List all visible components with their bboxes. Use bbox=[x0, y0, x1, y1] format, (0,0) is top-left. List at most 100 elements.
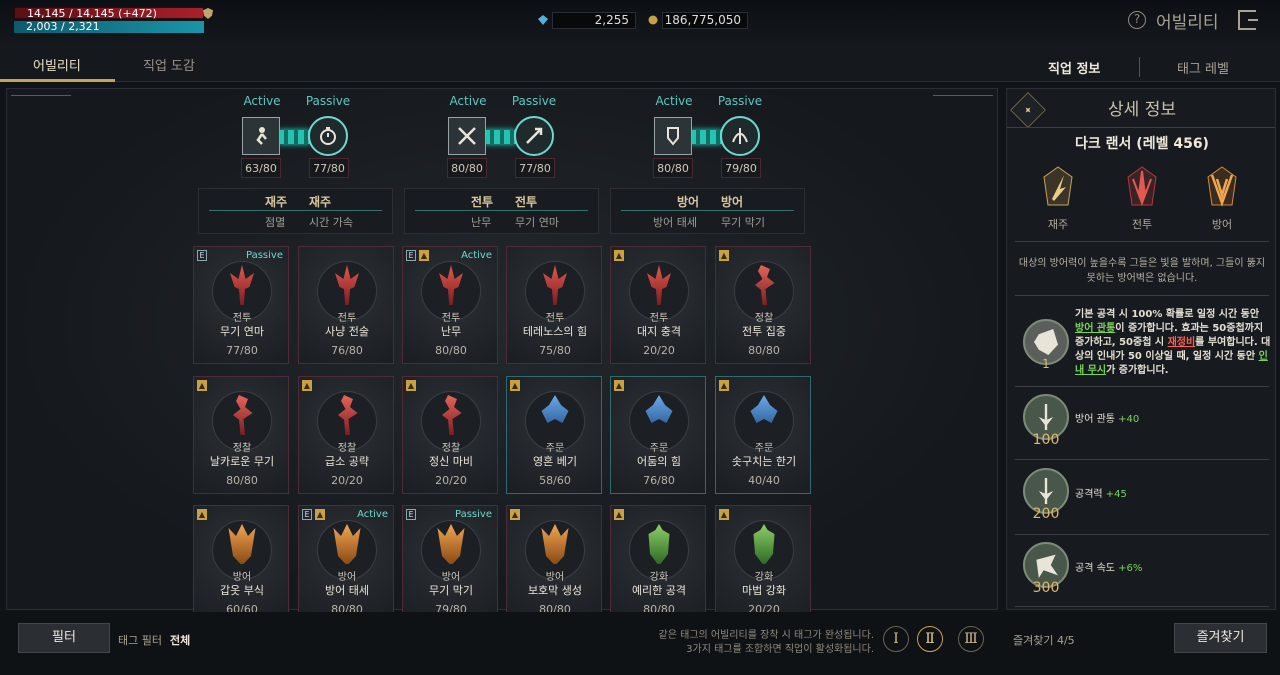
gold-count: 186,775,050 bbox=[662, 12, 748, 29]
exit-icon[interactable] bbox=[1238, 10, 1258, 30]
shield-icon bbox=[203, 8, 213, 19]
ability-name: 테레노스의 힘 bbox=[522, 325, 588, 338]
keyword-armor-pierce[interactable]: 방어 관통 bbox=[1075, 323, 1115, 334]
ability-mode: Passive bbox=[455, 509, 492, 520]
group-3-active-label: Active bbox=[655, 94, 693, 108]
divider bbox=[621, 210, 794, 211]
tag-label: 전투 bbox=[515, 195, 538, 209]
tag-box-1: 재주 재주 점멸 시간 가속 bbox=[198, 188, 393, 234]
class-tag-label: 재주 bbox=[1047, 218, 1069, 231]
ability-card[interactable]: ▲ 정찰 전투 집중 80/80 bbox=[715, 246, 811, 364]
tab-divider bbox=[1139, 57, 1140, 77]
hp-bar: 14,145 / 14,145 (+472) bbox=[14, 7, 204, 19]
tag-label: 재주 bbox=[265, 195, 288, 209]
upgrade-arrow-icon: ▲ bbox=[197, 509, 207, 520]
upgrade-arrow-icon: ▲ bbox=[419, 250, 429, 261]
group-3-active-count: 80/80 bbox=[653, 158, 693, 178]
hint-line-2: 3가지 태그를 조합하면 직업이 활성화됩니다. bbox=[686, 644, 874, 655]
ability-tag: 전투 bbox=[545, 313, 565, 324]
divider bbox=[415, 210, 588, 211]
parry-icon bbox=[732, 128, 748, 144]
upgrade-arrow-icon: ▲ bbox=[510, 509, 520, 520]
group-3-active-slot[interactable] bbox=[654, 117, 692, 155]
ability-name: 방어 태세 bbox=[325, 584, 369, 597]
preset-1-button[interactable]: Ⅰ bbox=[883, 626, 909, 652]
divider bbox=[1015, 295, 1269, 296]
group-2-active-label: Active bbox=[449, 94, 487, 108]
group-2-passive-slot[interactable] bbox=[514, 116, 554, 156]
ability-card[interactable]: 전투 사냥 전술 76/80 bbox=[298, 246, 394, 364]
ability-card[interactable]: ▲ 주문 영혼 베기 58/60 bbox=[506, 376, 602, 494]
ability-card[interactable]: E ▲ Active 전투 난무 80/80 bbox=[402, 246, 498, 364]
filter-button[interactable]: 필터 bbox=[18, 623, 110, 653]
ability-card[interactable]: ▲ 강화 마법 강화 20/20 bbox=[715, 505, 811, 623]
gem-icon bbox=[538, 15, 548, 25]
crossed-swords-icon bbox=[458, 127, 476, 145]
favorites-button[interactable]: 즐겨찾기 bbox=[1174, 623, 1267, 653]
corner-ornament bbox=[11, 95, 71, 125]
ability-tag: 강화 bbox=[754, 572, 774, 583]
tag-filter-value[interactable]: 전체 bbox=[170, 632, 190, 648]
ability-tag: 전투 bbox=[337, 313, 357, 324]
ability-card[interactable]: E Passive 방어 무기 막기 79/80 bbox=[402, 505, 498, 623]
sword-strike-icon bbox=[526, 127, 543, 144]
tag-sub: 난무 bbox=[471, 216, 492, 229]
key-perk-description: 기본 공격 시 100% 확률로 일정 시간 동안 방어 관통이 증가합니다. … bbox=[1075, 308, 1271, 378]
perk-level: 300 bbox=[1032, 580, 1060, 596]
combat-tag-icon bbox=[1127, 166, 1157, 206]
tab-class-info[interactable]: 직업 정보 bbox=[1048, 58, 1100, 77]
divider bbox=[1015, 386, 1269, 387]
keyword-regroup[interactable]: 재정비 bbox=[1168, 337, 1196, 348]
ability-card[interactable]: ▲ 정찰 날카로운 무기 80/80 bbox=[193, 376, 289, 494]
tag-label: 방어 bbox=[677, 195, 700, 209]
ability-card[interactable]: E Passive 전투 무기 연마 77/80 bbox=[193, 246, 289, 364]
tag-label: 방어 bbox=[721, 195, 744, 209]
perk-text: 공격력 +45 bbox=[1075, 485, 1127, 500]
group-2-active-slot[interactable] bbox=[448, 117, 486, 155]
ability-card[interactable]: ▲ 강화 예리한 공격 80/80 bbox=[610, 505, 706, 623]
group-3-passive-slot[interactable] bbox=[720, 116, 760, 156]
group-3-passive-label: Passive bbox=[717, 94, 763, 108]
ability-card[interactable]: ▲ 방어 갑옷 부식 60/60 bbox=[193, 505, 289, 623]
upgrade-arrow-icon: ▲ bbox=[719, 380, 729, 391]
perk-value: +45 bbox=[1105, 489, 1127, 500]
ability-name: 무기 막기 bbox=[429, 584, 473, 597]
ability-name: 무기 연마 bbox=[220, 325, 264, 338]
shield-stance-icon bbox=[667, 127, 679, 146]
ability-tag: 주문 bbox=[545, 443, 565, 454]
tab-class-codex[interactable]: 직업 도감 bbox=[143, 55, 195, 74]
tag-sub: 무기 막기 bbox=[721, 216, 765, 229]
ability-name: 갑옷 부식 bbox=[220, 584, 264, 597]
ability-tag: 강화 bbox=[649, 572, 669, 583]
divider bbox=[1015, 241, 1269, 242]
ability-card[interactable]: ▲ 전투 대지 충격 20/20 bbox=[610, 246, 706, 364]
group-1-active-slot[interactable] bbox=[242, 117, 280, 155]
upgrade-arrow-icon: ▲ bbox=[197, 380, 207, 391]
ability-card[interactable]: ▲ 주문 어둠의 힘 76/80 bbox=[610, 376, 706, 494]
preset-2-button[interactable]: Ⅱ bbox=[917, 626, 943, 652]
ability-card[interactable]: ▲ 정찰 급소 공략 20/20 bbox=[298, 376, 394, 494]
tag-filter-label: 태그 필터 bbox=[118, 634, 162, 647]
ability-card[interactable]: 전투 테레노스의 힘 75/80 bbox=[506, 246, 602, 364]
ability-name: 영혼 베기 bbox=[533, 455, 577, 468]
ability-card[interactable]: ▲ 주문 솟구치는 한기 40/40 bbox=[715, 376, 811, 494]
help-icon[interactable]: ? bbox=[1128, 11, 1146, 29]
group-2-passive-label: Passive bbox=[511, 94, 557, 108]
ability-card[interactable]: ▲ 정찰 정신 마비 20/20 bbox=[402, 376, 498, 494]
link-chain bbox=[484, 130, 516, 144]
divider bbox=[1007, 127, 1275, 128]
group-1-active-count: 63/80 bbox=[241, 158, 281, 178]
class-tag-label: 전투 bbox=[1131, 218, 1153, 231]
upgrade-arrow-icon: ▲ bbox=[614, 250, 624, 261]
ability-card[interactable]: ▲ 방어 보호막 생성 80/80 bbox=[506, 505, 602, 623]
tag-box-3: 방어 방어 방어 태세 무기 막기 bbox=[610, 188, 805, 234]
ability-count: 80/80 bbox=[226, 474, 258, 487]
ability-name: 전투 집중 bbox=[742, 325, 786, 338]
tab-tag-level[interactable]: 태그 레벨 bbox=[1177, 58, 1229, 77]
tab-ability[interactable]: 어빌리티 bbox=[33, 55, 81, 74]
group-1-passive-slot[interactable] bbox=[308, 116, 348, 156]
ability-card[interactable]: E ▲ Active 방어 방어 태세 80/80 bbox=[298, 505, 394, 623]
ability-tag: 주문 bbox=[649, 443, 669, 454]
preset-3-button[interactable]: Ⅲ bbox=[958, 626, 984, 652]
ability-name: 난무 bbox=[440, 325, 462, 338]
